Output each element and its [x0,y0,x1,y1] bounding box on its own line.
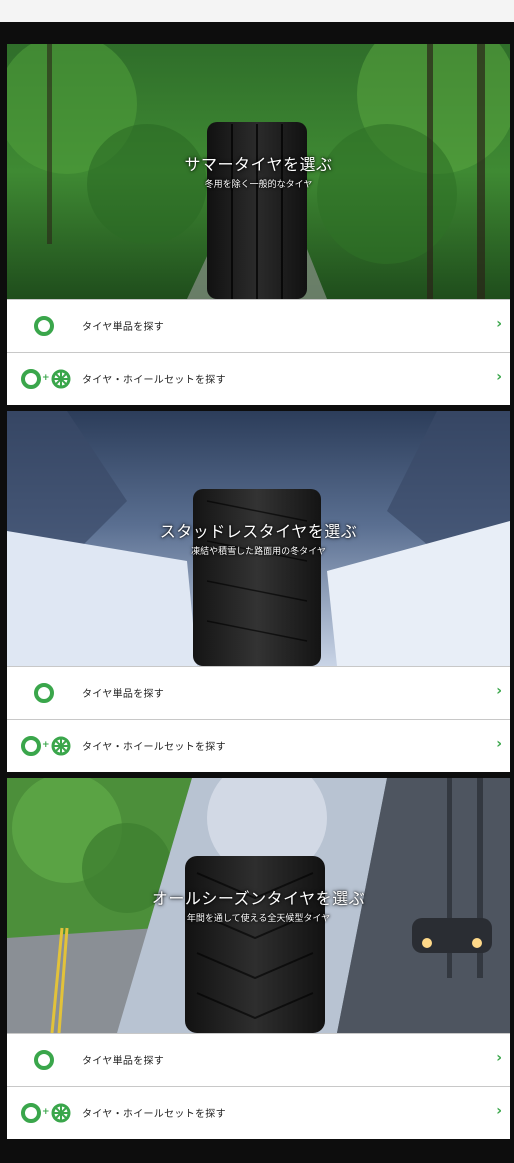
summer-tire-card: サマータイヤを選ぶ 冬用を除く一般的なタイヤ タイヤ単品を探す › + タイヤ・… [7,44,510,405]
studless-tire-subtitle: 凍結や積雪した路面用の冬タイヤ [191,547,326,557]
all-season-tire-only-label: タイヤ単品を探す [82,1056,165,1067]
all-season-tire-wheel-set-option[interactable]: + タイヤ・ホイールセットを探す › [7,1086,510,1139]
chevron-right-icon: › [496,1050,502,1066]
all-season-tire-only-option[interactable]: タイヤ単品を探す › [7,1033,510,1086]
summer-tire-wheel-set-option[interactable]: + タイヤ・ホイールセットを探す › [7,352,510,405]
studless-tire-hero[interactable]: スタッドレスタイヤを選ぶ 凍結や積雪した路面用の冬タイヤ [7,411,510,666]
tire-wheel-set-icon: + [21,368,81,390]
tire-wheel-set-icon: + [21,735,81,757]
summer-tire-wheel-set-label: タイヤ・ホイールセットを探す [82,375,226,386]
chevron-right-icon: › [496,736,502,752]
all-season-tire-wheel-set-label: タイヤ・ホイールセットを探す [82,1109,226,1120]
studless-tire-title: スタッドレスタイヤを選ぶ [159,522,358,541]
chevron-right-icon: › [496,1103,502,1119]
all-season-tire-subtitle: 年間を通して使える全天候型タイヤ [186,914,331,924]
tire-wheel-set-icon: + [21,1102,81,1124]
summer-tire-title: サマータイヤを選ぶ [184,155,333,174]
tire-icon [21,315,81,337]
all-season-tire-card: オールシーズンタイヤを選ぶ 年間を通して使える全天候型タイヤ タイヤ単品を探す … [7,778,510,1139]
summer-tire-subtitle: 冬用を除く一般的なタイヤ [204,180,313,190]
studless-tire-wheel-set-label: タイヤ・ホイールセットを探す [82,742,226,753]
tire-icon [21,682,81,704]
studless-tire-wheel-set-option[interactable]: + タイヤ・ホイールセットを探す › [7,719,510,772]
chevron-right-icon: › [496,683,502,699]
all-season-tire-hero[interactable]: オールシーズンタイヤを選ぶ 年間を通して使える全天候型タイヤ [7,778,510,1033]
tire-icon [21,1049,81,1071]
studless-tire-card: スタッドレスタイヤを選ぶ 凍結や積雪した路面用の冬タイヤ タイヤ単品を探す › … [7,411,510,772]
summer-tire-hero[interactable]: サマータイヤを選ぶ 冬用を除く一般的なタイヤ [7,44,510,299]
summer-tire-only-option[interactable]: タイヤ単品を探す › [7,299,510,352]
studless-tire-only-option[interactable]: タイヤ単品を探す › [7,666,510,719]
summer-tire-only-label: タイヤ単品を探す [82,322,165,333]
all-season-tire-title: オールシーズンタイヤを選ぶ [151,889,366,908]
top-bar [0,0,514,22]
chevron-right-icon: › [496,369,502,385]
chevron-right-icon: › [496,316,502,332]
studless-tire-only-label: タイヤ単品を探す [82,689,165,700]
